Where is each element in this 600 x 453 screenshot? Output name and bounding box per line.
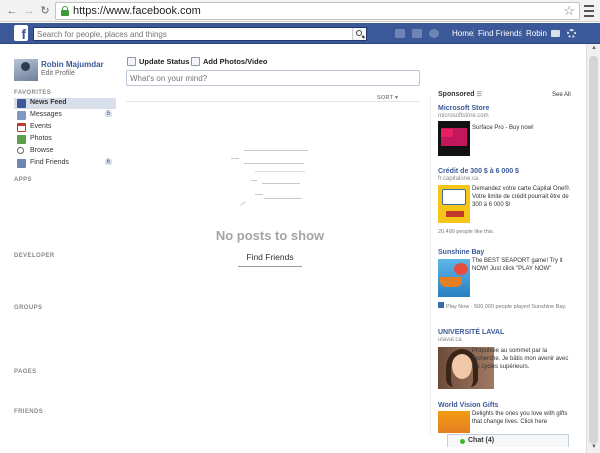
- ad-text[interactable]: The BEST SEAPORT game! Try it NOW! Just …: [472, 257, 577, 273]
- find-friends-button[interactable]: Find Friends: [238, 250, 302, 267]
- sponsored-header: Sponsored ☰: [438, 91, 482, 98]
- news-feed-icon: [17, 99, 26, 108]
- forward-arrow-icon[interactable]: →: [22, 4, 36, 18]
- photos-icon: [17, 135, 26, 144]
- feed-divider: [126, 101, 420, 102]
- sidebar-item-label: Events: [30, 123, 52, 130]
- sidebar-item-label: Messages: [30, 111, 62, 118]
- bookmark-star-icon[interactable]: ☆: [563, 3, 575, 19]
- ad-title[interactable]: UNIVERSITÉ LAVAL: [438, 329, 504, 336]
- nav-find-friends[interactable]: Find Friends: [478, 29, 522, 38]
- ad-domain[interactable]: microsoftstore.com: [438, 113, 489, 119]
- ad-title[interactable]: Sunshine Bay: [438, 249, 484, 256]
- search-button[interactable]: [352, 28, 366, 40]
- ad-image-capital-one[interactable]: [438, 185, 470, 223]
- ad-image-sunshine-bay[interactable]: [438, 259, 470, 297]
- ad-domain[interactable]: fr.capitalone.ca: [438, 176, 478, 182]
- chat-bar[interactable]: Chat (4): [447, 434, 569, 447]
- ad-image-surface[interactable]: [438, 121, 470, 156]
- add-photos-tab[interactable]: Add Photos/Video: [191, 57, 267, 66]
- ad-title[interactable]: Microsoft Store: [438, 105, 489, 112]
- ad-title[interactable]: Crédit de 300 $ à 6 000 $: [438, 168, 519, 175]
- browse-icon: [17, 147, 24, 154]
- lock-icon: [61, 6, 69, 16]
- nav-home[interactable]: Home: [452, 29, 473, 38]
- ad-social-context: Play Now · 500,000 people played Sunshin…: [438, 302, 578, 311]
- avatar[interactable]: [14, 59, 38, 81]
- sidebar-item-find-friends[interactable]: Find Friends 6: [14, 158, 116, 169]
- section-developer[interactable]: DEVELOPER: [14, 253, 55, 259]
- sidebar-item-news-feed[interactable]: News Feed: [14, 98, 116, 109]
- sidebar-item-label: Photos: [30, 135, 52, 142]
- status-pencil-icon: [127, 57, 136, 66]
- reload-icon[interactable]: ↻: [38, 4, 52, 18]
- ad-social-context: 20,499 people like this.: [438, 229, 495, 235]
- ad-text[interactable]: Delights the ones you love with gifts th…: [472, 410, 577, 426]
- status-input[interactable]: [130, 72, 418, 85]
- nav-separator: [521, 28, 522, 38]
- nav-profile-robin[interactable]: Robin: [526, 29, 547, 38]
- camera-icon: [191, 57, 200, 66]
- search-box: [33, 27, 367, 41]
- section-favorites: FAVORITES: [14, 90, 52, 96]
- section-groups[interactable]: GROUPS: [14, 305, 42, 311]
- back-arrow-icon[interactable]: ←: [5, 4, 19, 18]
- edit-profile-link[interactable]: Edit Profile: [41, 70, 75, 77]
- browser-toolbar: ← → ↻ https://www.facebook.com ☆: [0, 0, 600, 22]
- search-icon: [356, 30, 362, 36]
- search-input[interactable]: [34, 28, 344, 40]
- friend-requests-icon[interactable]: [395, 29, 405, 38]
- messages-icon: [17, 111, 26, 120]
- ad-image-world-vision[interactable]: [438, 411, 470, 433]
- ad-text[interactable]: Demandez votre carte Capital One®. Votre…: [472, 185, 577, 209]
- sidebar-item-photos[interactable]: Photos: [14, 134, 116, 145]
- scrollbar-thumb[interactable]: [589, 56, 598, 444]
- see-all-link[interactable]: See All: [552, 92, 571, 98]
- notifications-globe-icon[interactable]: [429, 29, 439, 38]
- messages-count-badge: 5: [104, 111, 112, 117]
- page-scrollbar[interactable]: ▲ ▼: [586, 44, 600, 453]
- scroll-down-icon[interactable]: ▼: [591, 444, 597, 450]
- section-apps[interactable]: APPS: [14, 177, 32, 183]
- ad-text[interactable]: Propulsée au sommet par la recherche. Je…: [472, 347, 577, 371]
- sidebar-item-label: Find Friends: [30, 159, 69, 166]
- sidebar-item-label: News Feed: [30, 99, 67, 106]
- no-posts-message: No posts to show: [215, 228, 325, 243]
- facebook-logo[interactable]: f: [14, 25, 28, 42]
- section-pages[interactable]: PAGES: [14, 369, 37, 375]
- column-divider: [430, 95, 431, 435]
- address-bar[interactable]: https://www.facebook.com ☆: [55, 2, 580, 20]
- settings-gear-icon[interactable]: [567, 29, 576, 38]
- events-icon: [17, 123, 26, 132]
- sidebar-item-messages[interactable]: Messages 5: [14, 110, 116, 121]
- profile-name[interactable]: Robin Majumdar: [41, 60, 104, 69]
- privacy-shortcuts-icon[interactable]: [551, 30, 560, 37]
- sidebar-item-label: Browse: [30, 147, 54, 154]
- browser-menu-icon[interactable]: [583, 2, 595, 18]
- section-friends[interactable]: FRIENDS: [14, 409, 43, 415]
- chat-label: Chat (4): [468, 437, 495, 444]
- ad-domain[interactable]: ulaval.ca: [438, 337, 462, 343]
- ad-text[interactable]: Surface Pro - Buy now!: [472, 124, 577, 132]
- sidebar-item-events[interactable]: Events: [14, 122, 116, 133]
- nav-separator: [473, 28, 474, 38]
- find-friends-count-badge: 6: [104, 159, 112, 165]
- online-status-icon: [460, 439, 465, 444]
- find-friends-icon: [17, 159, 26, 168]
- url-text: https://www.facebook.com: [73, 5, 201, 17]
- update-status-tab[interactable]: Update Status: [127, 57, 189, 66]
- status-composer: [126, 70, 420, 86]
- messages-jewel-icon[interactable]: [412, 29, 422, 38]
- sidebar-item-browse[interactable]: Browse: [14, 146, 116, 157]
- scroll-up-icon[interactable]: ▲: [591, 45, 597, 51]
- ad-title[interactable]: World Vision Gifts: [438, 402, 498, 409]
